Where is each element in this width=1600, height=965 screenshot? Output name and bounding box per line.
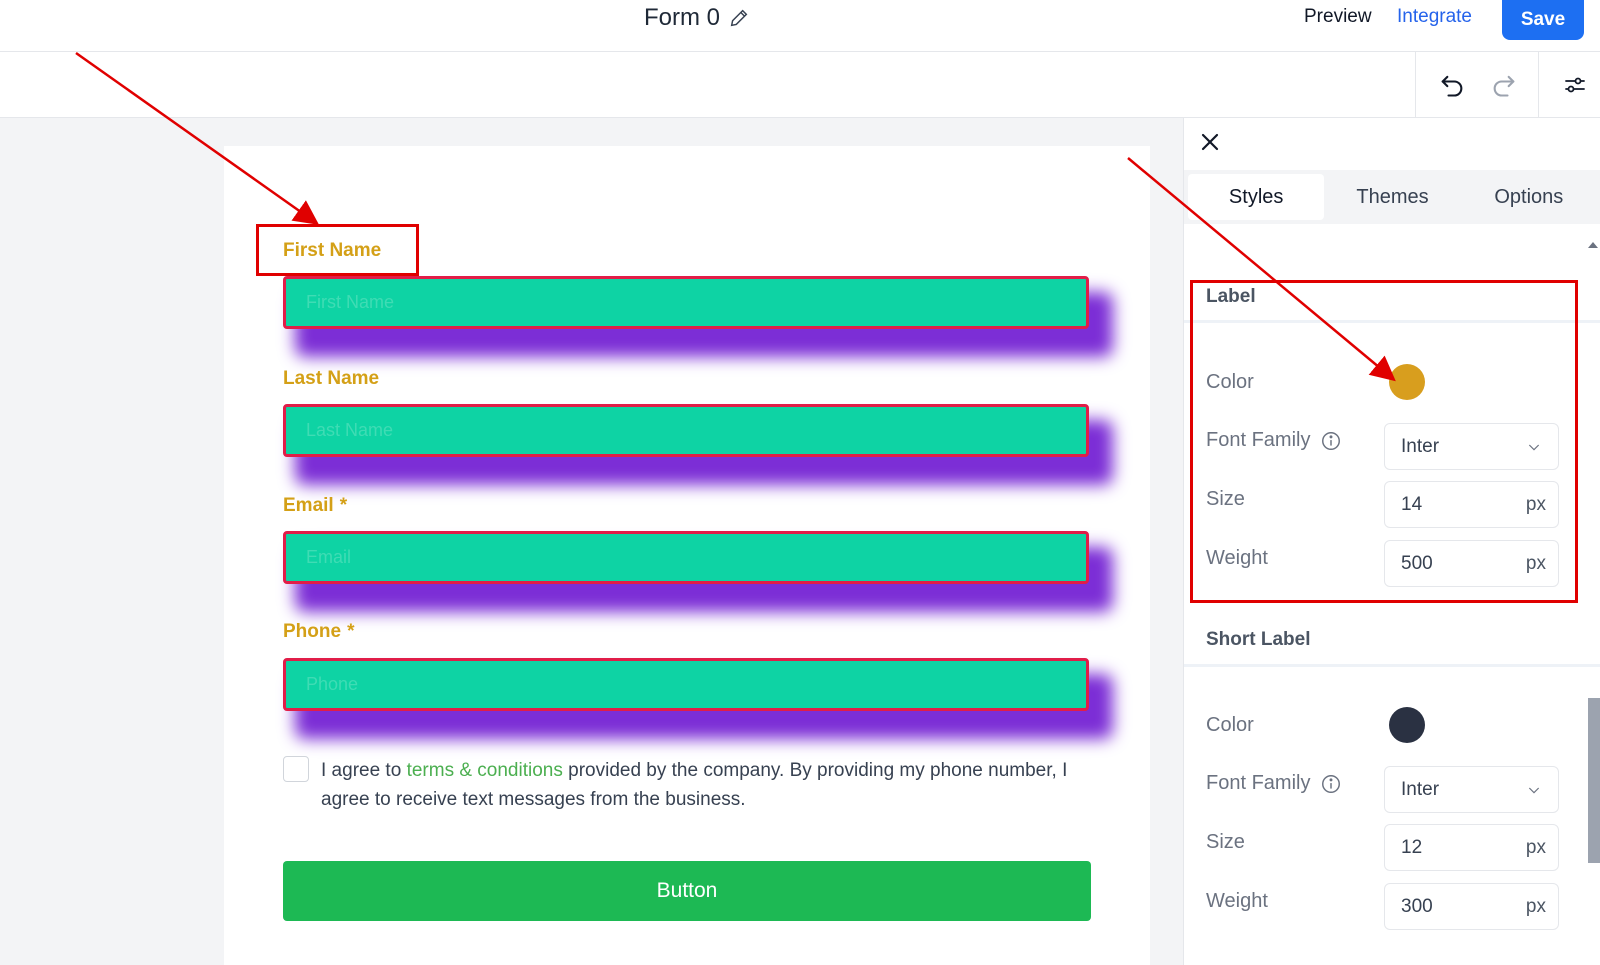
undo-icon[interactable]	[1437, 70, 1467, 100]
tab-themes[interactable]: Themes	[1324, 174, 1460, 220]
label-font-family-select[interactable]: Inter	[1384, 423, 1559, 470]
terms-consent-row: I agree to terms & conditions provided b…	[283, 756, 1083, 814]
redo-icon[interactable]	[1489, 70, 1519, 100]
required-marker: *	[347, 621, 355, 642]
section-divider	[1184, 664, 1600, 667]
label-size-input[interactable]: 14 px	[1384, 481, 1559, 528]
integrate-link[interactable]: Integrate	[1397, 6, 1472, 28]
first-name-input[interactable]	[283, 276, 1089, 329]
phone-label: Phone *	[283, 621, 355, 642]
label-size-label: Size	[1206, 488, 1245, 510]
unit-suffix: px	[1525, 836, 1546, 858]
label-section-title: Label	[1206, 286, 1256, 307]
short-label-size-label: Size	[1206, 831, 1245, 853]
label-font-family-label: Font Family	[1206, 429, 1342, 452]
short-label-font-family-label: Font Family	[1206, 772, 1342, 795]
form-title-group[interactable]: Form 0	[644, 4, 750, 32]
short-label-color-label: Color	[1206, 714, 1254, 736]
tab-styles[interactable]: Styles	[1188, 174, 1325, 220]
label-weight-label: Weight	[1206, 547, 1268, 569]
required-marker: *	[339, 495, 348, 516]
section-divider	[1184, 320, 1600, 323]
label-color-swatch[interactable]	[1389, 364, 1425, 400]
form-canvas: First Name Last Name Email* Phone* I agr…	[0, 118, 1183, 965]
pencil-icon[interactable]	[728, 7, 750, 29]
tab-options[interactable]: Options	[1461, 174, 1597, 220]
label-weight-input[interactable]: 500 px	[1384, 540, 1559, 587]
unit-suffix: px	[1525, 895, 1546, 917]
info-icon[interactable]	[1320, 773, 1342, 795]
label-color-label: Color	[1206, 371, 1254, 393]
toolbar-divider	[1415, 52, 1416, 118]
unit-suffix: px	[1525, 552, 1546, 574]
terms-consent-text: I agree to terms & conditions provided b…	[321, 760, 1068, 810]
short-label-section-title: Short Label	[1206, 629, 1311, 650]
save-button[interactable]: Save	[1502, 0, 1584, 40]
form-card: First Name Last Name Email* Phone* I agr…	[224, 146, 1150, 965]
email-input[interactable]	[283, 531, 1089, 584]
unit-suffix: px	[1525, 493, 1546, 515]
chevron-down-icon	[1528, 787, 1540, 794]
terms-link[interactable]: terms & conditions	[407, 760, 563, 781]
style-panel: Styles Themes Options Label Color Font F…	[1183, 118, 1600, 965]
short-label-weight-label: Weight	[1206, 890, 1268, 912]
panel-scrollbar[interactable]	[1588, 698, 1600, 863]
chevron-down-icon	[1528, 444, 1540, 451]
scroll-up-arrow[interactable]	[1588, 242, 1598, 248]
close-icon[interactable]	[1198, 130, 1222, 154]
info-icon[interactable]	[1320, 430, 1342, 452]
panel-tabs: Styles Themes Options	[1184, 170, 1600, 224]
short-label-font-family-select[interactable]: Inter	[1384, 766, 1559, 813]
preview-link[interactable]: Preview	[1304, 6, 1372, 28]
submit-button[interactable]: Button	[283, 861, 1091, 921]
email-label: Email *	[283, 495, 348, 516]
short-label-color-swatch[interactable]	[1389, 707, 1425, 743]
short-label-size-input[interactable]: 12 px	[1384, 824, 1559, 871]
first-name-label: First Name	[283, 240, 382, 261]
last-name-label: Last Name	[283, 368, 380, 389]
toolbar-divider	[1538, 52, 1539, 118]
form-title: Form 0	[644, 4, 721, 31]
last-name-input[interactable]	[283, 404, 1089, 457]
short-label-weight-input[interactable]: 300 px	[1384, 883, 1559, 930]
editor-toolbar	[0, 52, 1600, 118]
settings-sliders-icon[interactable]	[1560, 70, 1590, 100]
phone-input[interactable]	[283, 658, 1089, 711]
terms-checkbox[interactable]	[283, 756, 309, 782]
top-header: Form 0 Preview Integrate Save	[0, 0, 1600, 52]
